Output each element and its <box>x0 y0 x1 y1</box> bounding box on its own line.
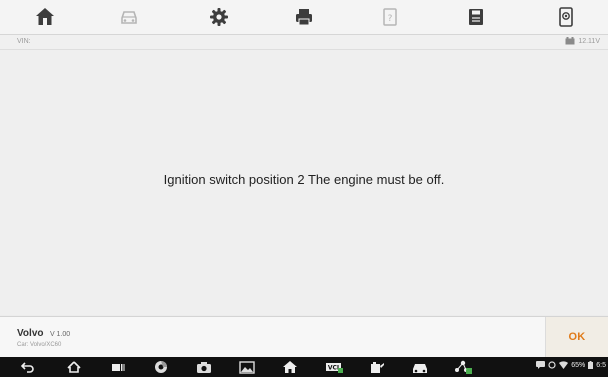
software-version: V 1.00 <box>49 331 71 338</box>
oil-icon[interactable] <box>367 359 387 375</box>
home-icon[interactable] <box>64 359 84 375</box>
vin-label: VIN: <box>17 38 31 45</box>
instruction-message: Ignition switch position 2 The engine mu… <box>163 172 445 187</box>
footer-bar: Volvo V 1.00 Car: Volvo/XC60 OK <box>0 316 608 357</box>
message-panel: Ignition switch position 2 The engine mu… <box>0 50 608 315</box>
save-icon[interactable] <box>462 3 490 31</box>
screenshot-icon[interactable] <box>552 3 580 31</box>
battery-percent: 65% <box>571 361 586 369</box>
ok-button[interactable]: OK <box>545 317 608 357</box>
battery-status: 12.11V <box>565 37 600 45</box>
system-status: 65% 6:5 <box>536 361 606 369</box>
vehicle-path: Car: Volvo/XC60 <box>17 342 62 348</box>
chrome-icon[interactable] <box>151 359 171 375</box>
car-icon[interactable] <box>115 3 143 31</box>
car-icon[interactable] <box>410 359 430 375</box>
vehicle-make: Volvo <box>17 328 44 339</box>
android-nav-bar: VCI 65% 6:5 <box>0 357 608 377</box>
help-icon[interactable]: ? <box>376 3 404 31</box>
clock: 6:5 <box>596 361 606 369</box>
back-icon[interactable] <box>18 359 38 375</box>
settings-gear-icon[interactable] <box>205 3 233 31</box>
vehicle-info: Volvo V 1.00 Car: Volvo/XC60 <box>17 323 70 348</box>
diag-home-icon[interactable] <box>280 359 300 375</box>
vci-icon[interactable]: VCI <box>324 359 344 375</box>
camera-icon[interactable] <box>194 359 214 375</box>
recent-apps-icon[interactable] <box>108 359 128 375</box>
gallery-icon[interactable] <box>237 359 257 375</box>
sync-icon <box>548 361 556 369</box>
printer-icon[interactable] <box>290 3 318 31</box>
top-toolbar: ? <box>0 0 608 35</box>
wifi-icon <box>559 361 569 369</box>
vin-bar: VIN: 12.11V <box>0 35 608 50</box>
svg-text:?: ? <box>388 14 393 24</box>
car-battery-icon <box>565 37 575 45</box>
network-icon[interactable] <box>453 359 473 375</box>
svg-text:VCI: VCI <box>328 365 339 372</box>
home-icon[interactable] <box>31 3 59 31</box>
battery-voltage: 12.11V <box>578 37 600 45</box>
message-icon <box>536 361 546 369</box>
battery-icon <box>588 361 594 369</box>
